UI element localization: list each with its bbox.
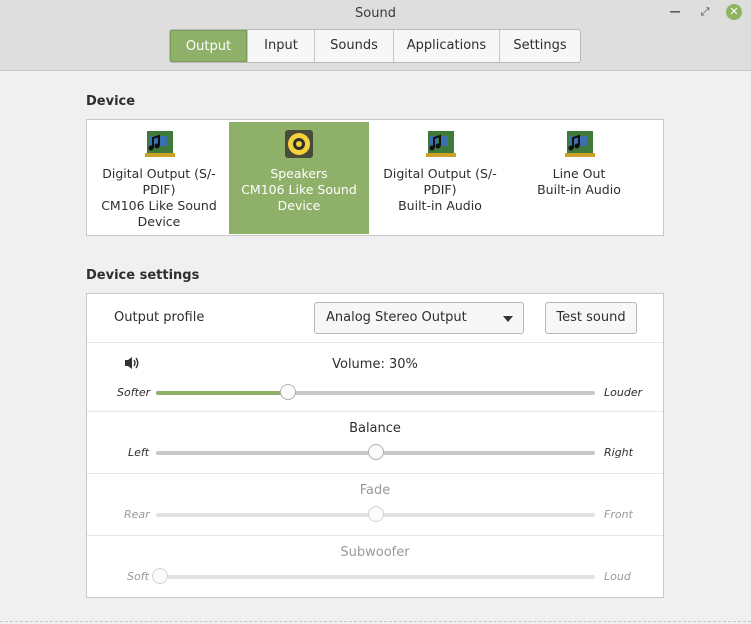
balance-left-label: Left	[128, 446, 150, 459]
speaker-icon	[285, 130, 313, 158]
subwoofer-min-label: Soft	[127, 570, 149, 583]
tab-bar: Output Input Sounds Applications Setting…	[169, 29, 581, 63]
device-name-line: PDIF)	[423, 182, 457, 197]
device-settings-title: Device settings	[86, 268, 200, 283]
window-title: Sound	[355, 6, 396, 21]
balance-slider[interactable]	[156, 444, 595, 460]
volume-slider[interactable]	[156, 384, 595, 400]
fade-row: Fade Rear Front	[87, 473, 663, 536]
output-profile-label: Output profile	[114, 310, 205, 325]
device-name-line: Line Out	[552, 166, 606, 181]
chevron-down-icon	[503, 316, 513, 322]
balance-right-label: Right	[604, 446, 633, 459]
sound-card-icon	[565, 131, 595, 157]
output-profile-row: Output profile Analog Stereo Output Test…	[87, 294, 663, 342]
maximize-button[interactable]: ⤢	[697, 4, 713, 20]
fade-front-label: Front	[604, 508, 633, 521]
device-name-line: Digital Output (S/-	[102, 166, 216, 181]
volume-min-label: Softer	[117, 386, 151, 399]
window-bottom-edge	[0, 621, 751, 622]
device-name-line: CM106 Like Sound	[101, 198, 217, 213]
output-profile-dropdown[interactable]: Analog Stereo Output	[314, 302, 524, 334]
sound-card-icon	[426, 131, 456, 157]
close-button[interactable]: ✕	[726, 4, 742, 20]
tab-settings[interactable]: Settings	[499, 30, 580, 62]
tab-sounds[interactable]: Sounds	[314, 30, 393, 62]
output-profile-value: Analog Stereo Output	[326, 310, 467, 325]
device-name-line: Built-in Audio	[398, 198, 482, 213]
tab-output[interactable]: Output	[170, 30, 247, 62]
device-name-line: CM106 Like Sound	[241, 182, 357, 197]
volume-row: Volume: 30% Softer Louder	[87, 342, 663, 411]
balance-row: Balance Left Right	[87, 411, 663, 474]
volume-title: Volume: 30%	[332, 357, 418, 372]
device-item[interactable]: Line Out Built-in Audio	[509, 122, 649, 234]
fade-slider-handle[interactable]	[367, 506, 384, 522]
balance-slider-handle[interactable]	[367, 444, 384, 460]
subwoofer-row: Subwoofer Soft Loud	[87, 535, 663, 598]
fade-title: Fade	[359, 483, 391, 498]
device-name-line: PDIF)	[142, 182, 176, 197]
balance-title: Balance	[349, 421, 401, 436]
device-name-line: Speakers	[270, 166, 328, 181]
volume-max-label: Louder	[604, 386, 643, 399]
titlebar: Sound — ⤢ ✕ Output Input Sounds Applicat…	[0, 0, 751, 71]
device-item-selected[interactable]: Speakers CM106 Like Sound Device	[229, 122, 369, 234]
tab-applications[interactable]: Applications	[393, 30, 499, 62]
subwoofer-slider-handle[interactable]	[152, 568, 168, 584]
sound-card-icon	[145, 131, 175, 157]
subwoofer-max-label: Loud	[604, 570, 631, 583]
device-list: Digital Output (S/- PDIF) CM106 Like Sou…	[86, 119, 664, 236]
device-name-line: Device	[137, 214, 181, 229]
tab-input[interactable]: Input	[247, 30, 314, 62]
device-name-line: Device	[277, 198, 321, 213]
minimize-button[interactable]: —	[667, 4, 683, 20]
subwoofer-title: Subwoofer	[340, 545, 410, 560]
device-name-line: Digital Output (S/-	[383, 166, 497, 181]
device-item[interactable]: Digital Output (S/- PDIF) CM106 Like Sou…	[89, 122, 229, 234]
subwoofer-slider[interactable]	[152, 568, 595, 584]
volume-slider-fill	[156, 391, 288, 395]
device-item[interactable]: Digital Output (S/- PDIF) Built-in Audio	[370, 122, 510, 234]
device-settings-panel: Output profile Analog Stereo Output Test…	[86, 293, 664, 598]
fade-rear-label: Rear	[124, 508, 150, 521]
fade-slider[interactable]	[156, 506, 595, 522]
device-section-title: Device	[86, 94, 136, 109]
device-name-line: Built-in Audio	[537, 182, 621, 197]
volume-slider-handle[interactable]	[279, 384, 296, 400]
test-sound-button[interactable]: Test sound	[545, 302, 637, 334]
